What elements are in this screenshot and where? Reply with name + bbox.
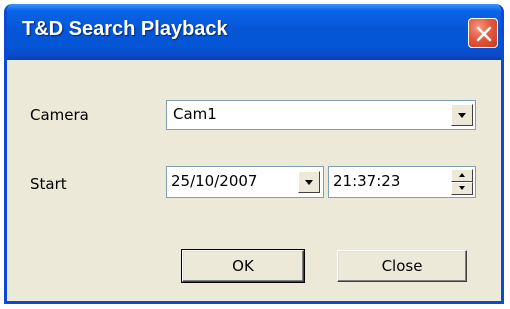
- close-x-icon: [476, 26, 492, 42]
- window-title: T&D Search Playback: [22, 18, 228, 40]
- title-bar[interactable]: T&D Search Playback: [7, 4, 501, 60]
- spin-up-arrow-icon[interactable]: [451, 169, 473, 182]
- spin-down-arrow-icon[interactable]: [451, 182, 473, 195]
- start-date-picker[interactable]: 25/10/2007: [166, 166, 324, 198]
- date-dropdown-button[interactable]: [298, 171, 320, 193]
- close-button[interactable]: Close: [337, 250, 467, 282]
- start-time-field[interactable]: 21:37:23: [328, 166, 476, 198]
- dialog-content: Camera Cam1 Start 25/10/2007 21:37:23 OK…: [7, 60, 501, 301]
- start-label: Start: [30, 175, 67, 193]
- close-window-button[interactable]: [468, 18, 498, 48]
- camera-label: Camera: [30, 106, 89, 124]
- start-time-value: 21:37:23: [333, 172, 401, 190]
- start-date-value: 25/10/2007: [171, 172, 258, 190]
- camera-select[interactable]: Cam1: [166, 100, 476, 130]
- ok-button[interactable]: OK: [181, 249, 305, 283]
- camera-dropdown-button[interactable]: [451, 104, 473, 126]
- camera-select-value: Cam1: [173, 105, 217, 123]
- time-spinner[interactable]: [451, 169, 473, 195]
- dialog-window: T&D Search Playback Camera Cam1 Start 25…: [4, 4, 504, 304]
